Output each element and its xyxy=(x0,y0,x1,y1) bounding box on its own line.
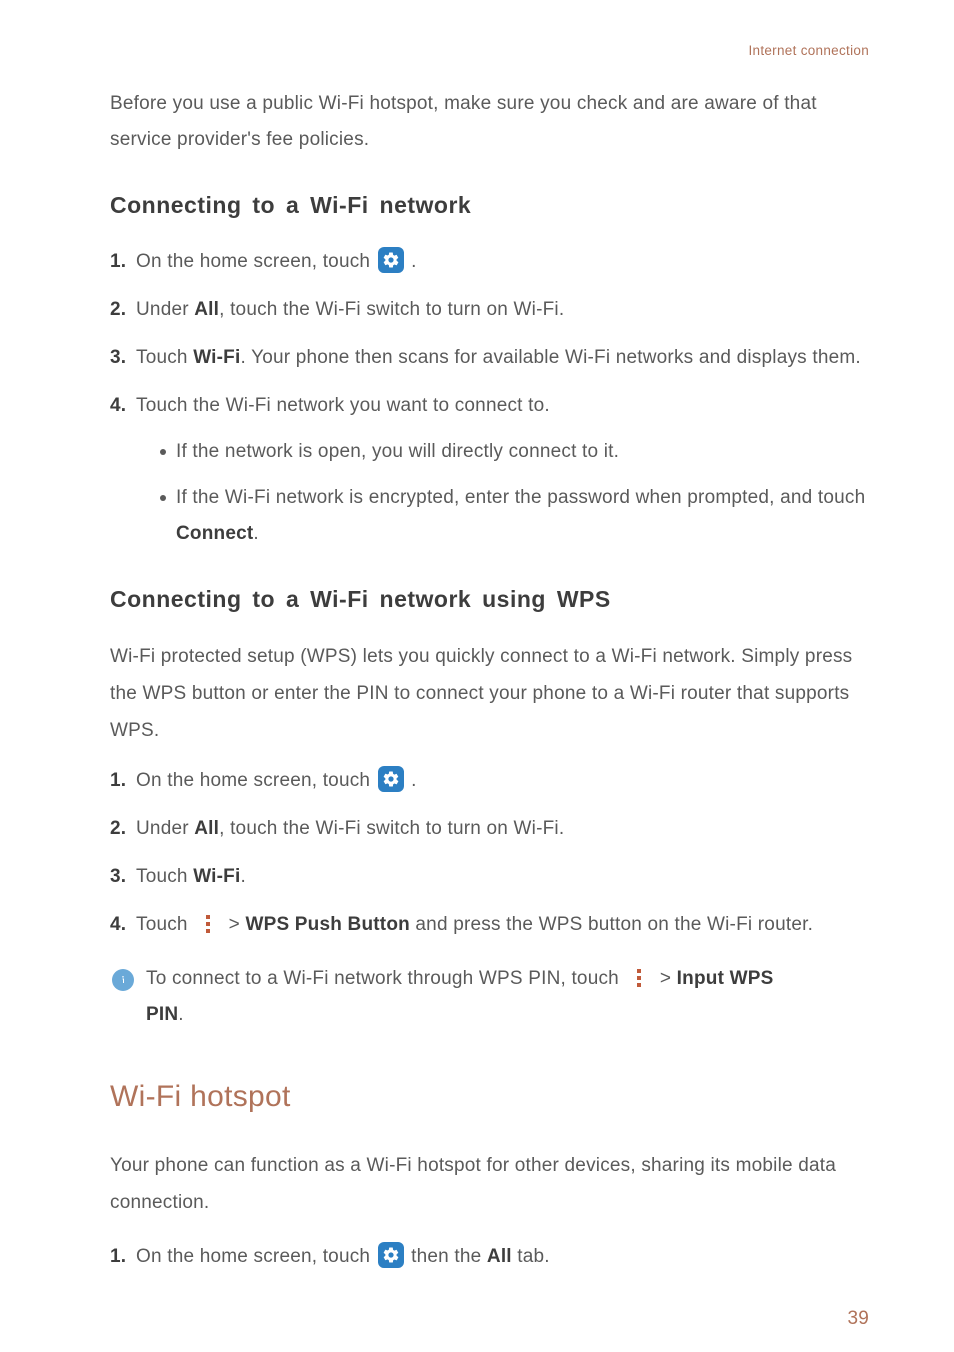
step-row: 1. On the home screen, touch . xyxy=(110,244,869,280)
step-number: 3. xyxy=(110,340,134,376)
step-text: Touch the Wi-Fi network you want to conn… xyxy=(136,388,869,424)
more-icon xyxy=(630,968,648,988)
note-row: To connect to a Wi-Fi network through WP… xyxy=(110,961,869,1033)
step-row: 4. Touch > WPS Push Button and press the… xyxy=(110,907,869,943)
bullet-icon xyxy=(160,449,166,455)
intro-paragraph: Before you use a public Wi-Fi hotspot, m… xyxy=(110,86,869,158)
step-text: , touch the Wi-Fi switch to turn on Wi-F… xyxy=(219,299,564,320)
step-body: Touch > WPS Push Button and press the WP… xyxy=(134,907,869,943)
heading-wps: Connecting to a Wi-Fi network using WPS xyxy=(110,578,869,622)
step-text: , touch the Wi-Fi switch to turn on Wi-F… xyxy=(219,818,564,839)
step-number: 1. xyxy=(110,244,134,280)
bold-input-wps: Input WPS xyxy=(677,968,774,989)
bullet-text: If the network is open, you will directl… xyxy=(176,434,869,470)
step-number: 4. xyxy=(110,388,134,560)
bullet-item: If the Wi-Fi network is encrypted, enter… xyxy=(136,480,869,552)
step-row: 1. On the home screen, touch then the Al… xyxy=(110,1239,869,1275)
settings-icon xyxy=(378,1242,404,1268)
step-body: On the home screen, touch . xyxy=(134,763,869,799)
note-text: To connect to a Wi-Fi network through WP… xyxy=(146,961,869,1033)
more-icon xyxy=(199,914,217,934)
heading-hotspot: Wi-Fi hotspot xyxy=(110,1068,869,1125)
wps-intro: Wi-Fi protected setup (WPS) lets you qui… xyxy=(110,638,869,749)
step-number: 1. xyxy=(110,1239,134,1275)
bold-wps-push: WPS Push Button xyxy=(245,914,409,935)
bold-all: All xyxy=(194,299,219,320)
hotspot-intro: Your phone can function as a Wi-Fi hotsp… xyxy=(110,1147,869,1221)
bullet-icon xyxy=(160,495,166,501)
step-text: Touch xyxy=(136,914,193,935)
bullet-text: If the Wi-Fi network is encrypted, enter… xyxy=(176,480,869,552)
bold-wifi: Wi-Fi xyxy=(193,347,240,368)
step-number: 2. xyxy=(110,811,134,847)
step-number: 2. xyxy=(110,292,134,328)
bold-all: All xyxy=(487,1246,512,1267)
step-body: On the home screen, touch . xyxy=(134,244,869,280)
step-text: then the xyxy=(411,1246,487,1267)
step-number: 1. xyxy=(110,763,134,799)
bold-wifi: Wi-Fi xyxy=(193,866,240,887)
step-body: Under All, touch the Wi-Fi switch to tur… xyxy=(134,292,869,328)
step-number: 4. xyxy=(110,907,134,943)
step-body: Under All, touch the Wi-Fi switch to tur… xyxy=(134,811,869,847)
page-number: 39 xyxy=(110,1301,869,1337)
bold-connect: Connect xyxy=(176,523,253,544)
note-inline: To connect to a Wi-Fi network through WP… xyxy=(146,968,624,989)
step-row: 2. Under All, touch the Wi-Fi switch to … xyxy=(110,292,869,328)
step-text: tab. xyxy=(512,1246,550,1267)
bold-all: All xyxy=(194,818,219,839)
bold-pin: PIN xyxy=(146,1004,178,1025)
bullet-inline: . xyxy=(253,523,258,544)
step-text: > xyxy=(229,914,246,935)
step-text: Touch xyxy=(136,347,193,368)
step-text: Under xyxy=(136,299,194,320)
step-row: 4. Touch the Wi-Fi network you want to c… xyxy=(110,388,869,560)
step-text: On the home screen, touch xyxy=(136,251,376,272)
header-breadcrumb: Internet connection xyxy=(110,38,869,64)
info-icon xyxy=(112,969,134,991)
step-row: 3. Touch Wi-Fi. Your phone then scans fo… xyxy=(110,340,869,376)
step-text: Touch xyxy=(136,866,193,887)
step-text: . Your phone then scans for available Wi… xyxy=(240,347,860,368)
step-row: 3. Touch Wi-Fi. xyxy=(110,859,869,895)
step-text: On the home screen, touch xyxy=(136,1246,376,1267)
step-body: Touch the Wi-Fi network you want to conn… xyxy=(134,388,869,560)
step-number: 3. xyxy=(110,859,134,895)
step-body: Touch Wi-Fi. xyxy=(134,859,869,895)
step-row: 1. On the home screen, touch . xyxy=(110,763,869,799)
heading-connecting-wifi: Connecting to a Wi-Fi network xyxy=(110,184,869,228)
step-text: On the home screen, touch xyxy=(136,770,376,791)
step-text: . xyxy=(411,251,416,272)
bullet-item: If the network is open, you will directl… xyxy=(136,434,869,470)
note-inline: > xyxy=(660,968,677,989)
settings-icon xyxy=(378,247,404,273)
step-text: and press the WPS button on the Wi-Fi ro… xyxy=(410,914,813,935)
note-inline: . xyxy=(178,1004,183,1025)
settings-icon xyxy=(378,766,404,792)
step-body: Touch Wi-Fi. Your phone then scans for a… xyxy=(134,340,869,376)
step-text: Under xyxy=(136,818,194,839)
bullet-inline: If the Wi-Fi network is encrypted, enter… xyxy=(176,487,865,508)
step-text: . xyxy=(240,866,245,887)
step-body: On the home screen, touch then the All t… xyxy=(134,1239,869,1275)
step-row: 2. Under All, touch the Wi-Fi switch to … xyxy=(110,811,869,847)
step-text: . xyxy=(411,770,416,791)
